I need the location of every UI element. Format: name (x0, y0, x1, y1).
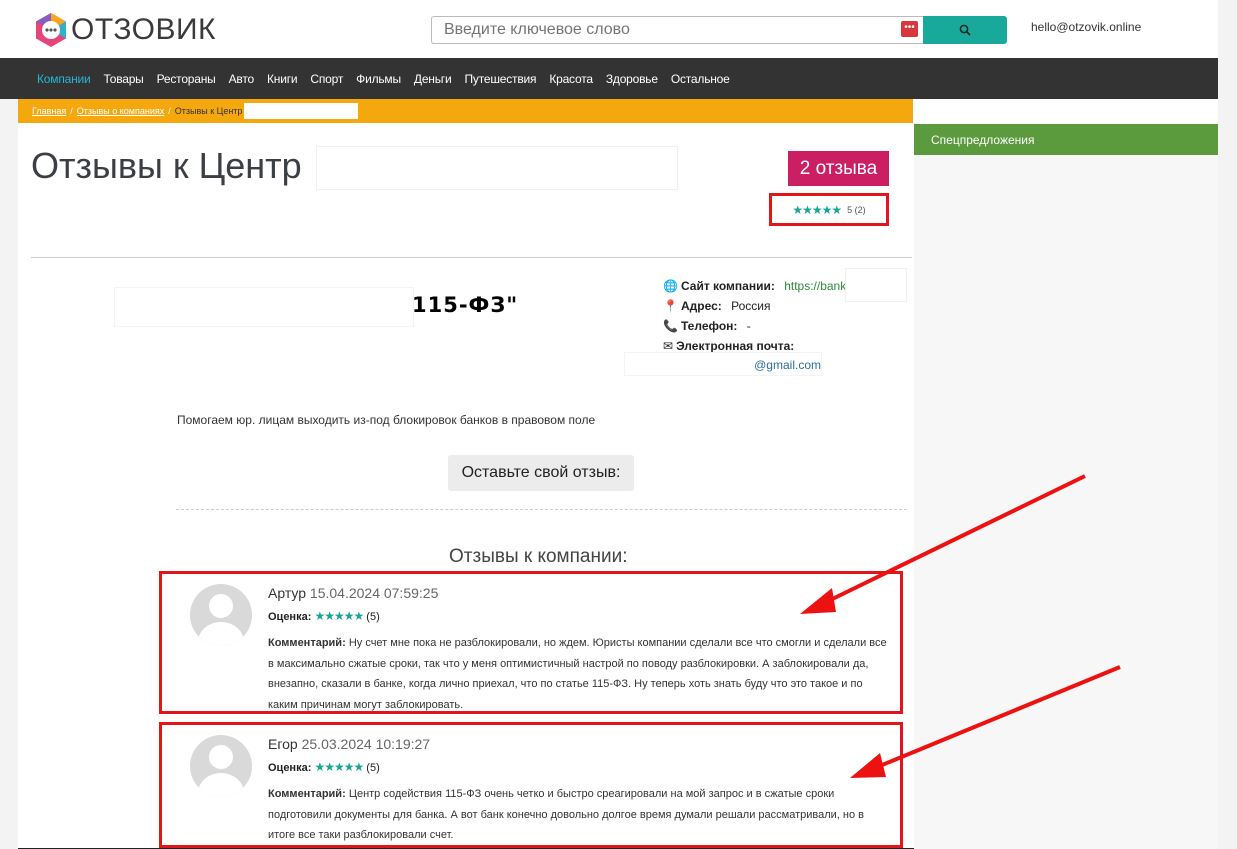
annotation-arrow (869, 665, 1121, 772)
annotation-arrow (819, 474, 1086, 607)
arrow-head (850, 753, 886, 778)
annotation-arrows (800, 474, 1121, 778)
arrow-head (800, 588, 836, 614)
